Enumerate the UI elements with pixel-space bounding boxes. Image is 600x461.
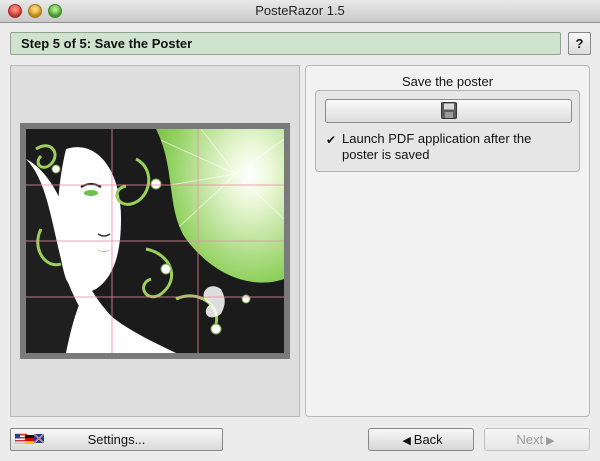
step-title: Step 5 of 5: Save the Poster [21, 36, 193, 51]
back-label: Back [413, 432, 443, 447]
settings-label: Settings... [87, 432, 146, 447]
poster-image [26, 129, 284, 353]
save-options-panel: Save the poster ✔ Launch PDF application… [305, 65, 590, 417]
launch-pdf-label: Launch PDF application after the poster … [342, 131, 532, 162]
paper-sheet [20, 123, 290, 359]
poster-preview-panel [10, 65, 300, 417]
help-button[interactable]: ? [568, 32, 591, 55]
arrow-left-icon: ◀ [402, 435, 411, 447]
settings-button[interactable]: Settings... [10, 428, 223, 451]
step-header: Step 5 of 5: Save the Poster [10, 32, 561, 55]
window-title-bar: PosteRazor 1.5 [0, 0, 600, 23]
launch-pdf-checkbox[interactable]: ✔ [326, 134, 339, 147]
save-poster-group: ✔ Launch PDF application after the poste… [315, 90, 580, 172]
save-poster-button[interactable] [325, 99, 572, 123]
floppy-disk-icon [441, 102, 457, 119]
window-title: PosteRazor 1.5 [255, 3, 345, 18]
back-button[interactable]: ◀ Back [368, 428, 474, 451]
save-poster-heading: Save the poster [401, 74, 494, 89]
arrow-right-icon: ▶ [546, 435, 555, 447]
next-button[interactable]: Next ▶ [484, 428, 590, 451]
next-label: Next [516, 432, 544, 447]
